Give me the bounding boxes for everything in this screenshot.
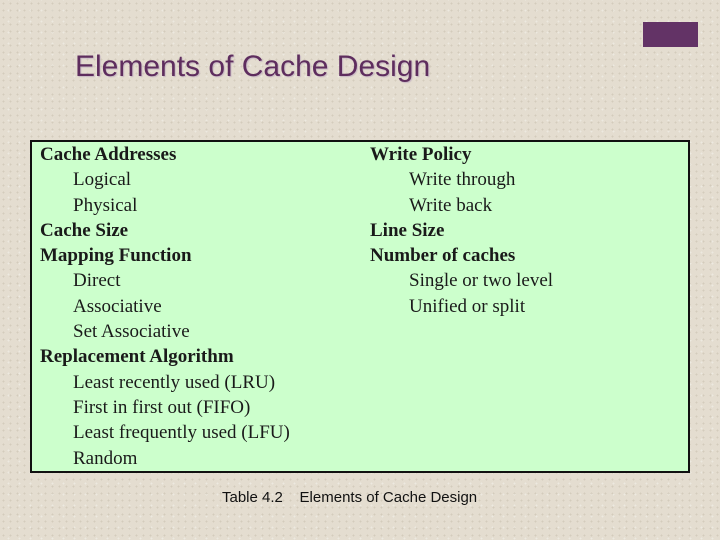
cache-design-table: Cache Addresses Logical Physical Cache Size… bbox=[30, 140, 690, 473]
category-heading: Cache Size bbox=[40, 219, 129, 241]
category-heading: Mapping Function bbox=[40, 245, 192, 267]
category-heading: Cache Addresses bbox=[40, 144, 177, 165]
left-column: Cache Addresses Logical Physical Cache Size… bbox=[40, 142, 290, 471]
category-heading: Number of caches bbox=[370, 245, 516, 267]
category-item: Write back bbox=[409, 194, 493, 216]
category-heading: Replacement Algorithm bbox=[40, 346, 234, 368]
slide-title: Elements of Cache Design bbox=[75, 50, 431, 83]
category-item: Physical bbox=[73, 194, 138, 216]
category-item: Logical bbox=[73, 169, 132, 191]
table-caption: Table 4.2 Elements of Cache Design bbox=[222, 489, 478, 506]
category-item: Associative bbox=[73, 295, 162, 317]
category-heading: Line Size bbox=[370, 219, 445, 241]
category-item: Least frequently used (LFU) bbox=[73, 422, 290, 444]
category-item: Set Associative bbox=[73, 321, 190, 343]
accent-rectangle bbox=[643, 22, 698, 47]
category-item: Unified or split bbox=[409, 295, 526, 317]
category-item: First in first out (FIFO) bbox=[73, 396, 251, 418]
category-item: Random bbox=[73, 447, 138, 469]
category-item: Direct bbox=[73, 270, 121, 292]
category-item: Single or two level bbox=[409, 270, 554, 292]
right-column: Write Policy Write through Write back Line … bbox=[370, 142, 553, 319]
category-item: Write through bbox=[409, 169, 516, 191]
category-item: Least recently used (LRU) bbox=[73, 371, 276, 393]
category-heading: Write Policy bbox=[370, 144, 472, 165]
